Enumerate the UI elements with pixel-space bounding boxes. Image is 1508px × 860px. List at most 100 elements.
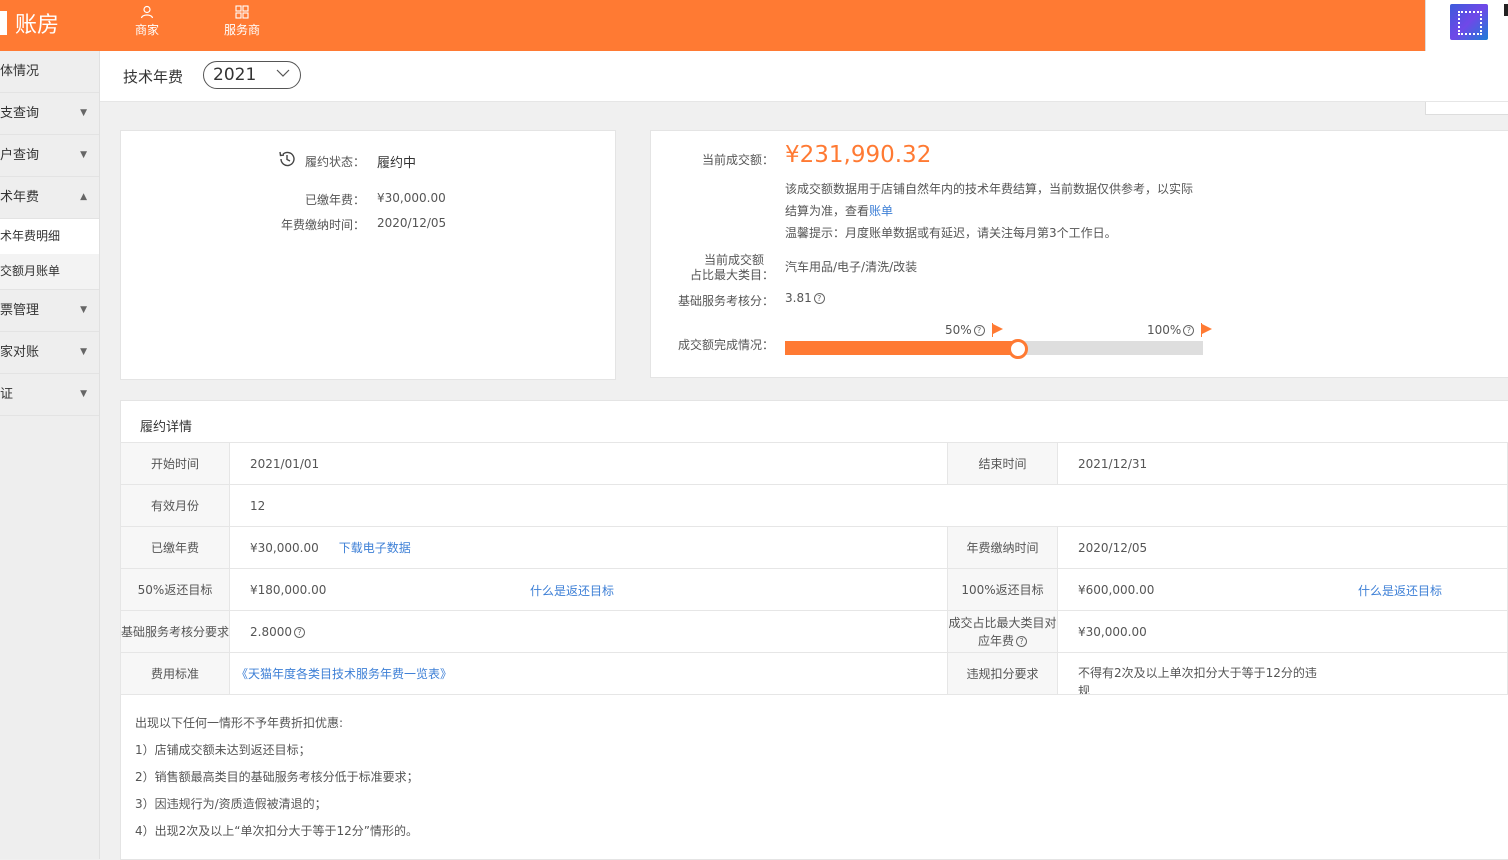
violation-value: 不得有2次及以上单次扣分大于等于12分的违规 bbox=[1078, 665, 1317, 694]
year-select[interactable]: 2021 bbox=[203, 61, 301, 89]
target-100-cell: ¥600,000.00 什么是返还目标 bbox=[1057, 568, 1508, 611]
nav-merchant[interactable]: 商家 bbox=[122, 5, 172, 38]
cat-fee-value: ¥30,000.00 bbox=[1057, 610, 1508, 653]
service-score-value: 3.81 bbox=[785, 291, 812, 305]
sidebar-item-reconcile[interactable]: 家对账 ▼ bbox=[0, 332, 99, 374]
logo-mark-icon bbox=[0, 11, 7, 35]
cat-fee-label: 成交占比最大类目对应年费 bbox=[948, 615, 1057, 648]
notes: 出现以下任何一情形不予年费折扣优惠: 1）店铺成交额未达到返还目标； 2）销售额… bbox=[135, 710, 419, 845]
table-row: 有效月份 12 bbox=[120, 484, 1508, 527]
months-label: 有效月份 bbox=[120, 484, 230, 527]
sidebar-item-certificate[interactable]: 证 ▼ bbox=[0, 374, 99, 416]
top-category-value: 汽车用品/电子/清洗/改装 bbox=[785, 260, 918, 274]
marker-50: 50%? bbox=[945, 323, 985, 337]
app-icon bbox=[1450, 4, 1488, 40]
nav-service-provider[interactable]: 服务商 bbox=[217, 5, 267, 38]
amount-tip: 温馨提示：月度账单数据或有延迟，请关注每月第3个工作日。 bbox=[785, 226, 1117, 240]
app-logo[interactable]: 账房 bbox=[0, 8, 59, 38]
sidebar-item-invoice[interactable]: 票管理 ▼ bbox=[0, 290, 99, 332]
download-data-link[interactable]: 下载电子数据 bbox=[339, 541, 411, 555]
months-value: 12 bbox=[229, 484, 1508, 527]
what-is-target-link[interactable]: 什么是返还目标 bbox=[530, 582, 614, 599]
nav-merchant-label: 商家 bbox=[134, 23, 159, 37]
caret-down-icon: ▼ bbox=[80, 305, 87, 315]
target-50-value: ¥180,000.00 bbox=[250, 582, 327, 597]
end-time-label: 结束时间 bbox=[947, 442, 1058, 485]
sidebar-item-tech-fee[interactable]: 术年费 ▲ bbox=[0, 177, 99, 219]
chevron-down-icon bbox=[276, 69, 290, 77]
top-category-label-2: 占比最大类目： bbox=[689, 268, 774, 282]
target-100-value: ¥600,000.00 bbox=[1078, 582, 1155, 597]
sidebar-item-label: 票管理 bbox=[0, 303, 40, 318]
violation-label: 违规扣分要求 bbox=[947, 652, 1058, 695]
sidebar-subitem-tech-fee-detail[interactable]: 术年费明细 bbox=[0, 219, 99, 254]
target-100-label: 100%返还目标 bbox=[947, 568, 1058, 611]
help-icon[interactable]: ? bbox=[973, 325, 985, 336]
year-bar: 技术年费 2021 bbox=[100, 51, 1508, 102]
sidebar: 体情况 支查询 ▼ 户查询 ▼ 术年费 ▲ 术年费明细 交额月账单 票管理 ▼ 家对账 ▼… bbox=[0, 51, 100, 859]
top-bar: 账房 商家 服务商 bbox=[0, 0, 1508, 51]
help-icon[interactable]: ? bbox=[1183, 325, 1195, 336]
sidebar-item-account-query[interactable]: 户查询 ▼ bbox=[0, 135, 99, 177]
help-icon[interactable]: ? bbox=[1016, 635, 1027, 647]
start-time-label: 开始时间 bbox=[120, 442, 230, 485]
current-amount-value: ¥231,990.32 bbox=[785, 142, 932, 168]
detail-title: 履约详情 bbox=[140, 420, 193, 435]
caret-up-icon: ▲ bbox=[80, 192, 87, 202]
progress-fill bbox=[785, 341, 1018, 355]
sidebar-subitem-monthly-bill[interactable]: 交额月账单 bbox=[0, 254, 99, 290]
sidebar-item-income-query[interactable]: 支查询 ▼ bbox=[0, 93, 99, 135]
violation-cell: 不得有2次及以上单次扣分大于等于12分的违规 bbox=[1057, 652, 1508, 695]
paytime-label: 年费缴纳时间 bbox=[947, 526, 1058, 569]
sidebar-item-overview[interactable]: 体情况 bbox=[0, 51, 99, 93]
sidebar-item-label: 支查询 bbox=[0, 106, 40, 121]
sidebar-item-label: 户查询 bbox=[0, 148, 40, 163]
user-icon bbox=[140, 5, 154, 19]
paid-label: 已缴年费 bbox=[120, 526, 230, 569]
paid-value: ¥30,000.00 bbox=[250, 541, 319, 555]
target-50-label: 50%返还目标 bbox=[120, 568, 230, 611]
fee-standard-link[interactable]: 《天猫年度各类目技术服务年费一览表》 bbox=[236, 667, 452, 681]
end-time-value: 2021/12/31 bbox=[1057, 442, 1508, 485]
help-icon[interactable]: ? bbox=[813, 293, 825, 304]
status-label: 履约状态： bbox=[304, 155, 365, 169]
cat-fee-label-cell: 成交占比最大类目对应年费? bbox=[947, 610, 1058, 653]
table-row: 开始时间 2021/01/01 结束时间 2021/12/31 bbox=[120, 442, 1508, 485]
help-icon[interactable]: ? bbox=[294, 626, 305, 638]
paid-fee-label: 已缴年费： bbox=[304, 193, 365, 207]
marker-50-label: 50% bbox=[945, 323, 972, 337]
caret-down-icon: ▼ bbox=[80, 347, 87, 357]
target-50-cell: ¥180,000.00 什么是返还目标 bbox=[229, 568, 948, 611]
progress-label: 成交额完成情况： bbox=[677, 338, 774, 352]
fee-standard-cell: 《天猫年度各类目技术服务年费一览表》 bbox=[229, 652, 948, 695]
table-row: 费用标准 《天猫年度各类目技术服务年费一览表》 违规扣分要求 不得有2次及以上单… bbox=[120, 652, 1508, 695]
amount-desc-line1: 该成交额数据用于店铺自然年内的技术年费结算，当前数据仅供参考，以实际 bbox=[785, 182, 1194, 196]
marker-100: 100%? bbox=[1147, 323, 1195, 337]
progress-knob bbox=[1008, 339, 1028, 359]
table-row: 已缴年费 ¥30,000.00 下载电子数据 年费缴纳时间 2020/12/05 bbox=[120, 526, 1508, 569]
caret-down-icon: ▼ bbox=[80, 108, 87, 118]
sidebar-item-label: 家对账 bbox=[0, 345, 40, 360]
what-is-target-link[interactable]: 什么是返还目标 bbox=[1358, 582, 1442, 599]
amount-desc-line2-text: 结算为准，查看 bbox=[785, 204, 870, 218]
table-row: 50%返还目标 ¥180,000.00 什么是返还目标 100%返还目标 ¥600… bbox=[120, 568, 1508, 611]
note-line: 4）出现2次及以上“单次扣分大于等于12分”情形的。 bbox=[135, 824, 418, 838]
note-line: 出现以下任何一情形不予年费折扣优惠: bbox=[135, 716, 344, 730]
table-row: 基础服务考核分要求 2.8000? 成交占比最大类目对应年费? ¥30,000.… bbox=[120, 610, 1508, 653]
note-line: 3）因违规行为/资质造假被清退的； bbox=[135, 797, 327, 811]
current-amount-label: 当前成交额： bbox=[701, 153, 774, 167]
service-score-label: 基础服务考核分： bbox=[677, 294, 774, 308]
bill-link[interactable]: 账单 bbox=[869, 204, 893, 218]
marker-100-label: 100% bbox=[1147, 323, 1182, 337]
service-score: 3.81? bbox=[785, 291, 825, 305]
caret-down-icon: ▼ bbox=[80, 389, 87, 399]
status-card bbox=[120, 130, 616, 380]
page-title: 技术年费 bbox=[123, 68, 184, 86]
payment-time-label: 年费缴纳时间： bbox=[280, 218, 365, 232]
flag-50-icon bbox=[993, 324, 1003, 334]
grid-icon bbox=[235, 5, 249, 19]
history-icon bbox=[279, 151, 295, 167]
year-select-value: 2021 bbox=[213, 65, 257, 85]
sidebar-item-label: 术年费 bbox=[0, 190, 40, 205]
sidebar-item-label: 术年费明细 bbox=[0, 229, 61, 243]
